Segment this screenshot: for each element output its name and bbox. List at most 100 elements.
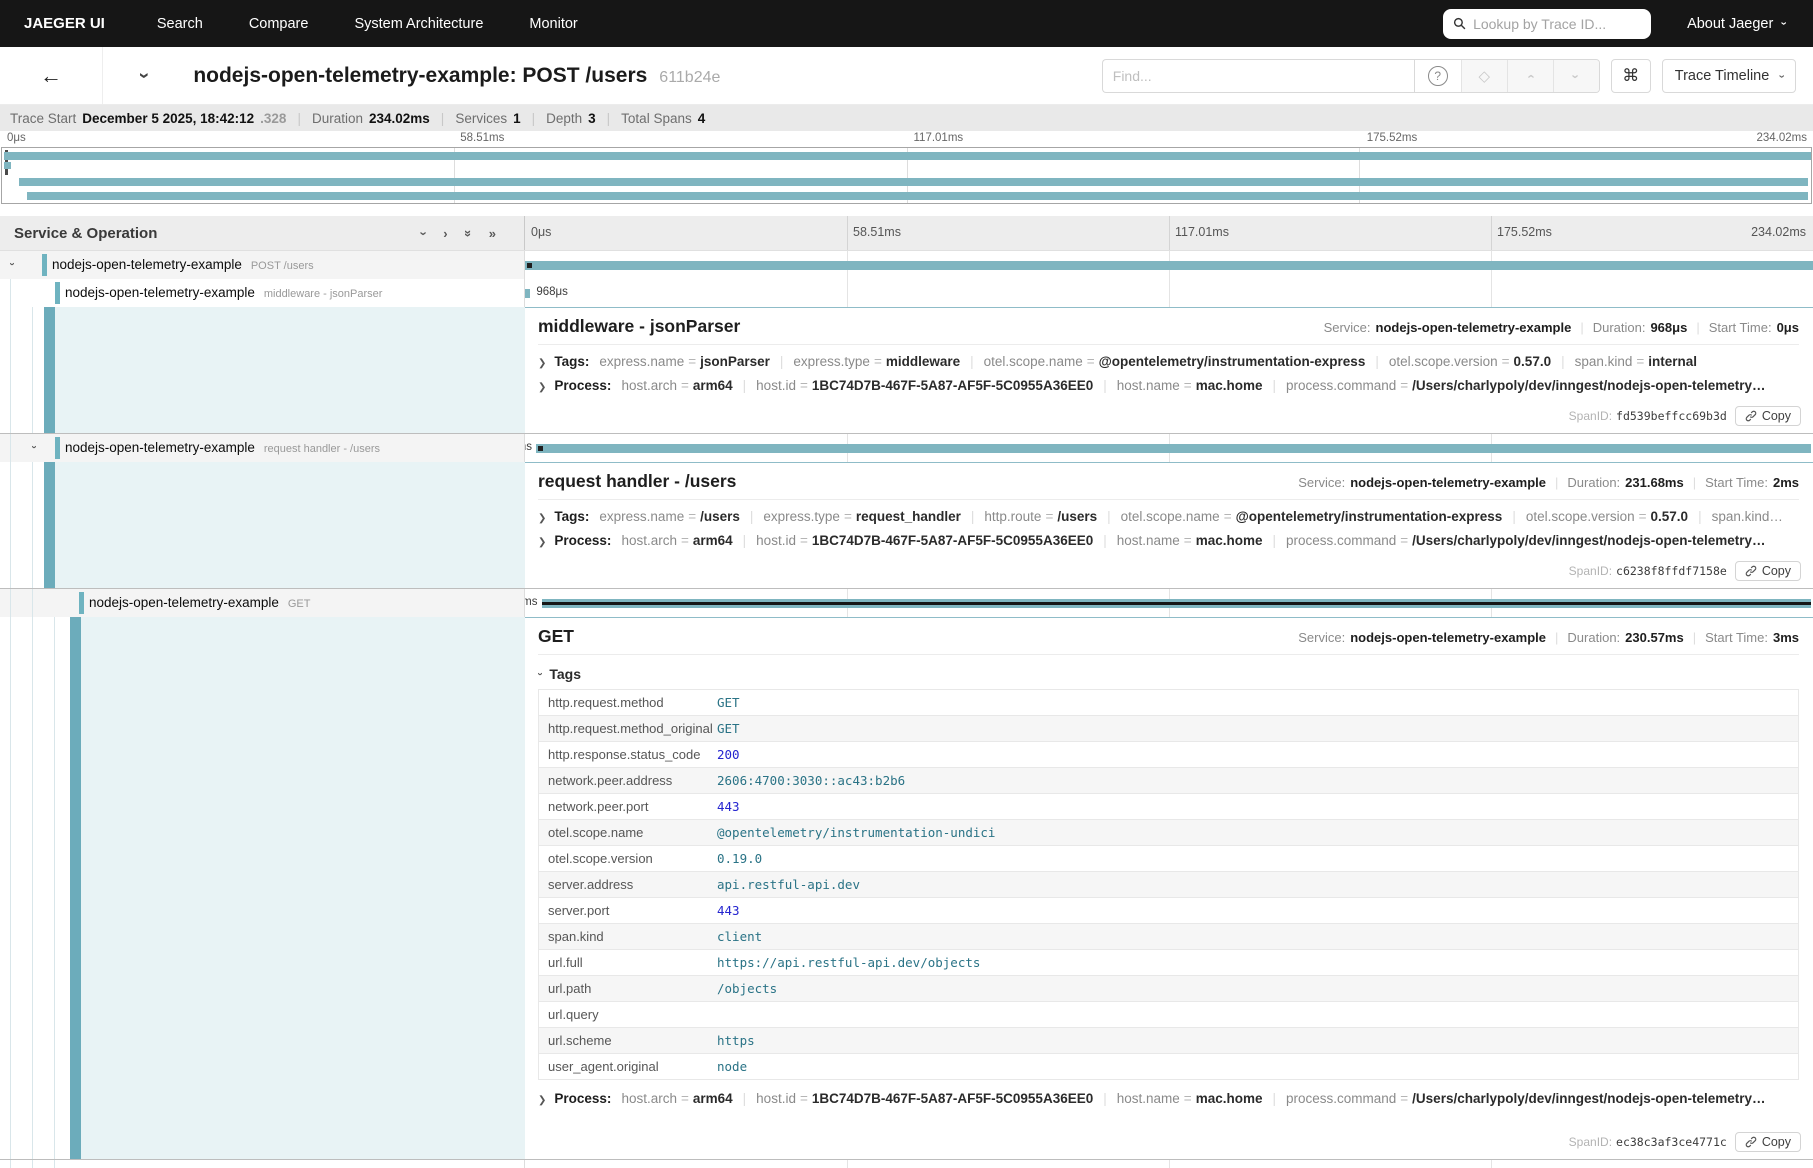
copy-span-id-button[interactable]: Copy: [1735, 406, 1801, 426]
tag-row[interactable]: network.peer.port443: [539, 794, 1798, 820]
timeline-ruler: 0μs58.51ms117.01ms175.52ms234.02ms: [525, 216, 1813, 250]
chevron-right-icon[interactable]: ❯: [538, 513, 546, 524]
tag-row[interactable]: server.addressapi.restful-api.dev: [539, 872, 1798, 898]
chevron-down-icon[interactable]: ›: [418, 231, 431, 235]
stat-value: 3: [588, 111, 596, 126]
meta-label: Duration:: [1593, 320, 1646, 335]
back-button[interactable]: ←: [0, 47, 103, 104]
copy-span-id-button[interactable]: Copy: [1735, 561, 1801, 581]
trace-id-lookup[interactable]: [1443, 9, 1651, 39]
tag-row[interactable]: http.request.methodGET: [539, 690, 1798, 716]
divider: |: [1555, 475, 1558, 490]
process-section-toggle[interactable]: ❯Process:host.arch=arm64|host.id=1BC74D7…: [538, 378, 1799, 393]
tag-value: 0.57.0: [1651, 509, 1689, 524]
tag-row[interactable]: http.response.status_code200: [539, 742, 1798, 768]
tree-guide-line: [32, 462, 33, 588]
trace-minimap[interactable]: [1, 147, 1812, 204]
span-timeline-cell[interactable]: 230.57ms: [525, 589, 1813, 617]
app-logo[interactable]: JAEGER UI: [24, 15, 105, 32]
tag-row[interactable]: url.path/objects: [539, 976, 1798, 1002]
span-name-cell[interactable]: nodejs-open-telemetry-examplemiddleware …: [0, 279, 525, 307]
process-section-toggle[interactable]: ❯Process:host.arch=arm64|host.id=1BC74D7…: [538, 1091, 1799, 1106]
span-name-cell[interactable]: ›nodejs-open-telemetry-examplerequest ha…: [0, 434, 525, 462]
tag-row[interactable]: otel.scope.name@opentelemetry/instrument…: [539, 820, 1798, 846]
tag-row[interactable]: user_agent.originalnode: [539, 1054, 1798, 1080]
span-timeline-cell[interactable]: [525, 251, 1813, 279]
span-detail-gutter: [0, 617, 525, 1159]
focus-match-button[interactable]: ◇: [1461, 60, 1507, 92]
span-id-row: SpanID: fd539beffcc69b3dCopy: [1569, 406, 1801, 426]
span-name-cell[interactable]: ›nodejs-open-telemetry-examplePOST /user…: [0, 251, 525, 279]
tags-section-toggle[interactable]: ❯Tags:express.name=/users|express.type=r…: [538, 509, 1799, 524]
double-chevron-down-icon[interactable]: »: [462, 229, 475, 236]
tag-value: request_handler: [856, 509, 961, 524]
tree-guide-line: [10, 1160, 11, 1168]
copy-span-id-button[interactable]: Copy: [1735, 1132, 1801, 1152]
span-row[interactable]: nodejs-open-telemetry-exampleGET230.57ms: [0, 589, 1813, 617]
divider: |: [1698, 509, 1702, 524]
chevron-right-icon[interactable]: ❯: [538, 358, 546, 369]
tags-section-toggle[interactable]: ❯Tags:express.name=jsonParser|express.ty…: [538, 354, 1799, 369]
equals-sign: =: [681, 533, 689, 548]
tag-value: /Users/charlypoly/dev/inngest/nodejs-ope…: [1412, 1091, 1765, 1106]
search-icon: [1453, 17, 1466, 30]
service-color-accent: [55, 282, 60, 304]
divider-line: [538, 654, 1799, 655]
operation-name: request handler - /users: [264, 443, 380, 455]
chevron-right-icon[interactable]: ›: [443, 227, 447, 240]
link-icon: [1745, 410, 1757, 422]
span-duration: 231.68ms: [1625, 475, 1684, 490]
span-bar[interactable]: [525, 261, 1813, 270]
chevron-down-icon[interactable]: ›: [7, 262, 17, 265]
focus-icon: ◇: [1478, 67, 1490, 85]
keyboard-shortcuts-button[interactable]: ⌘: [1611, 59, 1651, 93]
span-name-cell[interactable]: nodejs-open-telemetry-exampleGET: [0, 589, 525, 617]
process-section-toggle[interactable]: ❯Process:host.arch=arm64|host.id=1BC74D7…: [538, 533, 1799, 548]
divider: |: [1696, 320, 1699, 335]
timeline-gridline: [847, 1160, 848, 1168]
tag-row[interactable]: http.request.method_originalGET: [539, 716, 1798, 742]
meta-label: Start Time:: [1709, 320, 1772, 335]
tags-section-toggle[interactable]: ›Tags: [538, 666, 1799, 682]
prev-result-button[interactable]: ›: [1507, 60, 1553, 92]
minimap-span-bar: [19, 178, 1808, 186]
tag-key: otel.scope.version: [1526, 509, 1635, 524]
find-help-button[interactable]: ?: [1415, 60, 1461, 92]
tag-row[interactable]: server.port443: [539, 898, 1798, 924]
tag-row[interactable]: url.query: [539, 1002, 1798, 1028]
span-row[interactable]: ›nodejs-open-telemetry-examplerequest ha…: [0, 434, 1813, 462]
find-input[interactable]: [1102, 59, 1414, 93]
chevron-right-icon[interactable]: ❯: [538, 537, 546, 548]
about-jaeger-menu[interactable]: About Jaeger ›: [1687, 16, 1785, 32]
tag-key: otel.scope.name: [984, 354, 1083, 369]
tag-value: @opentelemetry/instrumentation-express: [1236, 509, 1503, 524]
equals-sign: =: [1400, 378, 1408, 393]
tag-row[interactable]: otel.scope.version0.19.0: [539, 846, 1798, 872]
stat-label: Services: [455, 111, 507, 126]
nav-item-search[interactable]: Search: [157, 16, 203, 32]
span-bar[interactable]: [525, 289, 530, 298]
span-bar[interactable]: [536, 444, 1811, 453]
span-row[interactable]: ›nodejs-open-telemetry-examplePOST /user…: [0, 251, 1813, 279]
nav-item-system-architecture[interactable]: System Architecture: [354, 16, 483, 32]
tag-row[interactable]: network.peer.address2606:4700:3030::ac43…: [539, 768, 1798, 794]
next-result-button[interactable]: ›: [1553, 60, 1599, 92]
chevron-right-icon[interactable]: ❯: [538, 382, 546, 393]
span-timeline-cell[interactable]: 231.68ms: [525, 434, 1813, 462]
chevron-down-icon[interactable]: ›: [29, 445, 39, 448]
equals-sign: =: [800, 1091, 808, 1106]
span-id-value: fd539beffcc69b3d: [1616, 409, 1727, 423]
nav-item-monitor[interactable]: Monitor: [529, 16, 577, 32]
span-row[interactable]: nodejs-open-telemetry-examplemiddleware …: [0, 279, 1813, 307]
tag-key: host.name: [1117, 378, 1180, 393]
tag-row[interactable]: url.schemehttps: [539, 1028, 1798, 1054]
double-chevron-right-icon[interactable]: »: [489, 227, 496, 240]
trace-view-selector[interactable]: Trace Timeline ›: [1662, 59, 1796, 93]
trace-id-lookup-input[interactable]: [1473, 16, 1628, 32]
collapse-trace-chevron-icon[interactable]: ›: [135, 72, 154, 78]
tag-row[interactable]: url.fullhttps://api.restful-api.dev/obje…: [539, 950, 1798, 976]
chevron-right-icon[interactable]: ❯: [538, 1095, 546, 1106]
tag-row[interactable]: span.kindclient: [539, 924, 1798, 950]
nav-item-compare[interactable]: Compare: [249, 16, 309, 32]
span-timeline-cell[interactable]: 968μs: [525, 279, 1813, 307]
